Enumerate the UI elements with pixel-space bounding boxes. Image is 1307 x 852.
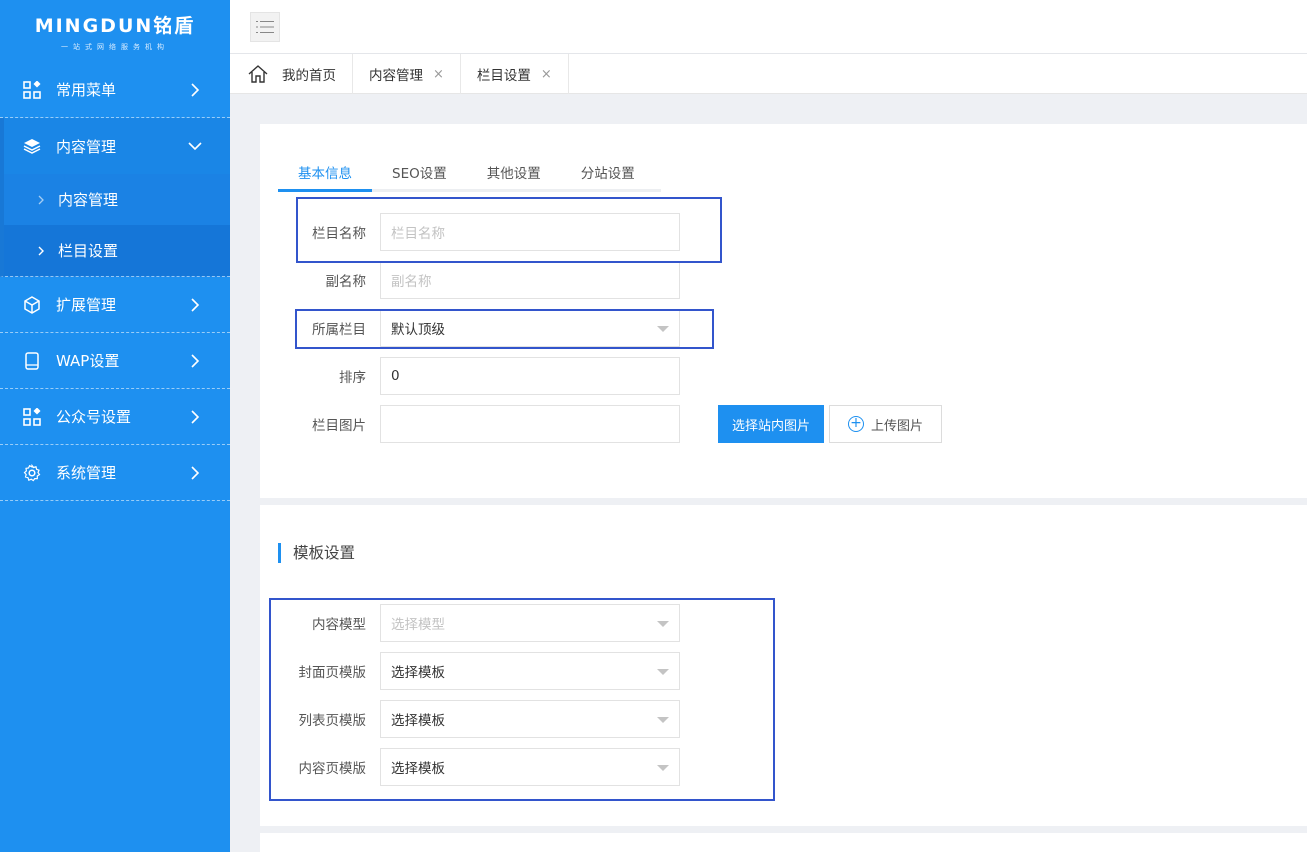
content-template-value: 选择模板 <box>391 761 445 777</box>
column-name-label: 栏目名称 <box>312 226 366 242</box>
next-panel <box>260 833 1307 852</box>
close-icon[interactable]: × <box>541 67 552 82</box>
top-bar <box>230 0 1307 54</box>
column-image-input[interactable] <box>380 405 680 443</box>
sidebar-item-label: 系统管理 <box>56 464 117 482</box>
list-template-value: 选择模板 <box>391 713 445 729</box>
parent-column-value: 默认顶级 <box>391 322 445 338</box>
tab-label: 内容管理 <box>369 68 423 84</box>
tab-home[interactable]: 我的首页 <box>230 54 353 94</box>
tab-substation-settings[interactable]: 分站设置 <box>561 154 655 189</box>
tab-column-settings[interactable]: 栏目设置 × <box>461 54 569 94</box>
sidebar-item-label: 内容管理 <box>56 137 117 156</box>
upload-image-label: 上传图片 <box>870 418 923 434</box>
grid-icon <box>22 407 42 427</box>
row-list-template: 列表页模版 选择模板 <box>260 700 680 738</box>
content-template-label: 内容页模版 <box>298 761 367 777</box>
caret-down-icon <box>657 765 669 771</box>
chevron-right-icon <box>191 409 200 424</box>
parent-column-label: 所属栏目 <box>312 322 366 338</box>
sidebar-item-content-management[interactable]: 内容管理 <box>0 118 230 174</box>
basic-info-panel: 基本信息 SEO设置 其他设置 分站设置 栏目名称 栏目名称 副名称 副名称 所… <box>260 124 1307 498</box>
grid-icon <box>22 80 42 100</box>
content-template-select[interactable]: 选择模板 <box>380 748 680 786</box>
cube-icon <box>22 295 42 315</box>
parent-column-select[interactable]: 默认顶级 <box>380 309 680 347</box>
tab-seo-settings[interactable]: SEO设置 <box>372 154 467 189</box>
template-settings-panel: 模板设置 内容模型 选择模型 封面页模版 选择模板 列表页模版 选择模板 内容页… <box>260 505 1307 826</box>
subname-input[interactable]: 副名称 <box>380 261 680 299</box>
sidebar-item-wap-settings[interactable]: WAP设置 <box>0 333 230 389</box>
cover-template-select[interactable]: 选择模板 <box>380 652 680 690</box>
chevron-down-icon <box>188 142 202 151</box>
tab-other-settings[interactable]: 其他设置 <box>467 154 561 189</box>
row-content-model: 内容模型 选择模型 <box>260 604 680 642</box>
row-sort: 排序 0 <box>260 357 680 395</box>
plus-circle-icon: + <box>847 416 864 432</box>
caret-down-icon <box>657 669 669 675</box>
tab-label: 栏目设置 <box>476 68 531 84</box>
cover-template-value: 选择模板 <box>391 665 445 681</box>
row-column-name: 栏目名称 栏目名称 <box>260 213 680 251</box>
column-name-input[interactable]: 栏目名称 <box>380 213 680 251</box>
chevron-right-icon <box>191 465 200 480</box>
sidebar-item-label: 扩展管理 <box>56 296 117 314</box>
page-tab-bar: 我的首页 内容管理 × 栏目设置 × <box>230 54 1307 94</box>
content-model-value: 选择模型 <box>391 617 445 633</box>
upload-image-button[interactable]: + 上传图片 <box>829 405 942 443</box>
caret-down-icon <box>657 621 669 627</box>
close-icon[interactable]: × <box>433 67 444 82</box>
sidebar-item-label: 常用菜单 <box>56 81 117 99</box>
column-image-label: 栏目图片 <box>312 418 366 434</box>
sidebar-subitem-column-settings[interactable]: 栏目设置 <box>4 225 230 276</box>
logo-text: MINGDUN铭盾 <box>34 14 196 37</box>
sort-label: 排序 <box>339 370 366 386</box>
sidebar-item-label: WAP设置 <box>56 352 120 370</box>
sidebar-subitem-label: 内容管理 <box>58 191 119 209</box>
sidebar: MINGDUN铭盾 一站式网络服务机构 常用菜单 内容管理 内容管理 栏目设置 … <box>0 0 230 852</box>
tab-label: 我的首页 <box>282 68 336 84</box>
row-parent-column: 所属栏目 默认顶级 <box>260 309 680 347</box>
caret-down-icon <box>657 326 669 332</box>
row-subname: 副名称 副名称 <box>260 261 680 299</box>
sort-input[interactable]: 0 <box>380 357 680 395</box>
form-tabs: 基本信息 SEO设置 其他设置 分站设置 <box>278 154 661 192</box>
sidebar-subitem-label: 栏目设置 <box>58 242 119 260</box>
layers-icon <box>22 136 42 156</box>
chevron-right-icon <box>38 246 44 255</box>
chevron-right-icon <box>191 297 200 312</box>
chevron-right-icon <box>191 353 200 368</box>
sidebar-item-extension-management[interactable]: 扩展管理 <box>0 277 230 333</box>
content-model-select[interactable]: 选择模型 <box>380 604 680 642</box>
chevron-right-icon <box>38 195 44 204</box>
row-content-template: 内容页模版 选择模板 <box>260 748 680 786</box>
cover-template-label: 封面页模版 <box>298 665 367 681</box>
row-cover-template: 封面页模版 选择模板 <box>260 652 680 690</box>
tab-basic-info[interactable]: 基本信息 <box>278 154 372 192</box>
tablet-icon <box>22 351 42 371</box>
chevron-right-icon <box>191 82 200 97</box>
gear-icon <box>22 463 42 483</box>
sidebar-item-common-menu[interactable]: 常用菜单 <box>0 62 230 118</box>
tab-content-management[interactable]: 内容管理 × <box>353 54 461 94</box>
sidebar-item-label: 公众号设置 <box>56 408 132 426</box>
content-model-label: 内容模型 <box>312 617 366 633</box>
sidebar-item-system-management[interactable]: 系统管理 <box>0 445 230 501</box>
logo: MINGDUN铭盾 一站式网络服务机构 <box>0 0 230 62</box>
home-icon <box>248 65 268 83</box>
choose-site-image-button[interactable]: 选择站内图片 <box>718 405 824 443</box>
list-template-label: 列表页模版 <box>298 713 367 729</box>
menu-toggle-button[interactable] <box>250 12 280 42</box>
row-column-image: 栏目图片 <box>260 405 680 443</box>
sidebar-item-wechat-settings[interactable]: 公众号设置 <box>0 389 230 445</box>
section-title: 模板设置 <box>278 543 355 563</box>
logo-tagline: 一站式网络服务机构 <box>61 42 169 51</box>
hamburger-icon <box>256 21 274 33</box>
submenu-content-management: 内容管理 栏目设置 <box>0 174 230 277</box>
sidebar-subitem-content-management[interactable]: 内容管理 <box>4 174 230 225</box>
list-template-select[interactable]: 选择模板 <box>380 700 680 738</box>
caret-down-icon <box>657 717 669 723</box>
subname-label: 副名称 <box>325 274 367 290</box>
